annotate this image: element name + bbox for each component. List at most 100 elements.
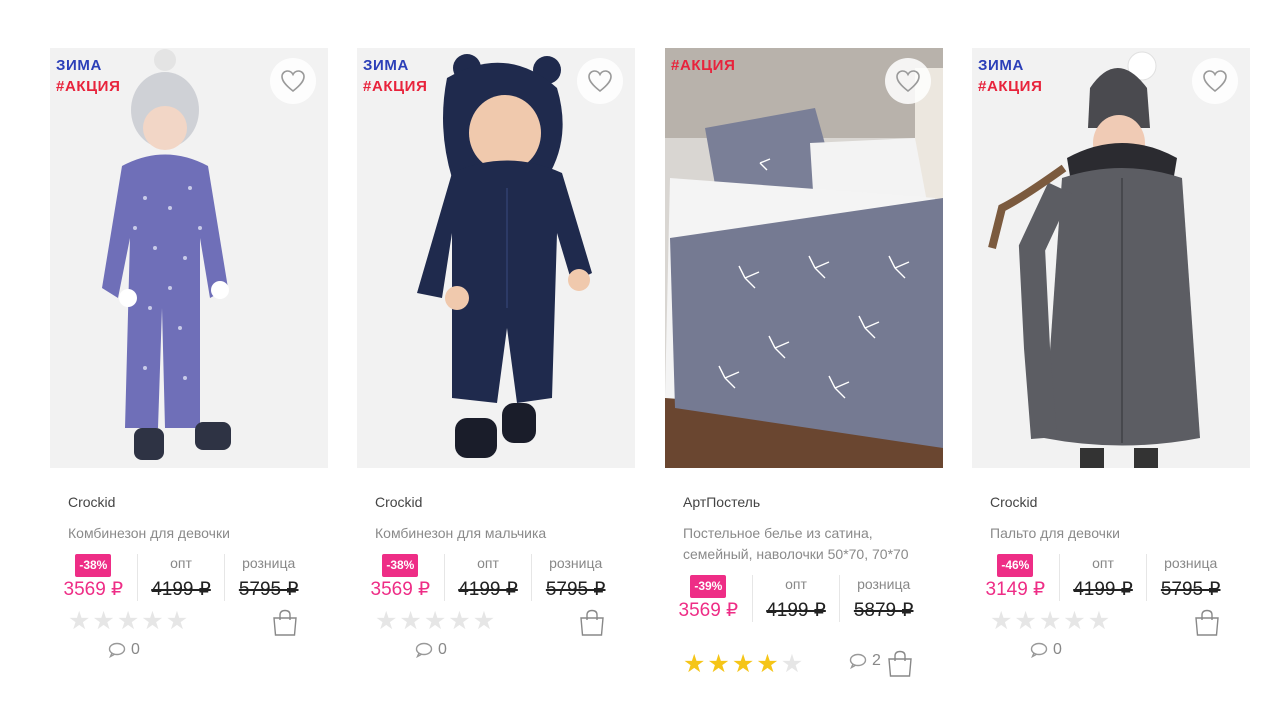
add-to-cart-button[interactable] — [272, 609, 298, 642]
product-card[interactable]: ЗИМА #АКЦИЯ Crockid Пальто для девочки -… — [972, 48, 1250, 665]
price-block: -39% 3569 ₽ опт 4199 ₽ розница 5879 ₽ — [665, 575, 927, 622]
star-icon[interactable]: ★ — [1063, 609, 1085, 634]
product-name[interactable]: Комбинезон для девочки — [68, 523, 310, 544]
product-photo-girl-jumpsuit — [50, 48, 328, 468]
sale-price-column: -38% 3569 ₽ — [357, 554, 444, 601]
heart-icon — [588, 70, 612, 93]
sale-price-column: -46% 3149 ₽ — [972, 554, 1059, 601]
product-image[interactable]: #АКЦИЯ — [665, 48, 943, 468]
wholesale-label: опт — [1092, 555, 1114, 571]
comment-icon — [415, 642, 433, 658]
retail-price-column: розница 5795 ₽ — [224, 554, 312, 601]
retail-price: 5795 ₽ — [545, 579, 606, 600]
wholesale-label: опт — [785, 576, 807, 592]
retail-price: 5795 ₽ — [238, 579, 299, 600]
add-to-cart-button[interactable] — [579, 609, 605, 642]
star-icon[interactable]: ★ — [375, 609, 397, 634]
star-icon[interactable]: ★ — [732, 652, 754, 677]
sale-price-column: -38% 3569 ₽ — [50, 554, 137, 601]
star-icon[interactable]: ★ — [424, 609, 446, 634]
star-icon[interactable]: ★ — [756, 652, 778, 677]
comments-link[interactable]: 0 — [108, 641, 140, 659]
add-to-cart-button[interactable] — [887, 650, 913, 683]
product-image[interactable]: ЗИМА #АКЦИЯ — [357, 48, 635, 468]
heart-icon — [1203, 70, 1227, 93]
wholesale-price-column: опт 4199 ₽ — [136, 554, 225, 601]
favorite-button[interactable] — [1192, 58, 1238, 104]
retail-price: 5879 ₽ — [853, 600, 914, 621]
wholesale-price: 4199 ₽ — [151, 579, 211, 600]
add-to-cart-button[interactable] — [1194, 609, 1220, 642]
star-icon[interactable]: ★ — [781, 652, 803, 677]
wholesale-label: опт — [477, 555, 499, 571]
star-icon[interactable]: ★ — [1014, 609, 1036, 634]
product-brand[interactable]: Crockid — [990, 494, 1232, 510]
wholesale-price-column: опт 4199 ₽ — [1058, 554, 1147, 601]
product-name[interactable]: Постельное белье из сатина, семейный, на… — [683, 523, 925, 565]
bag-icon — [580, 609, 604, 636]
comments-count: 0 — [131, 641, 140, 658]
product-card[interactable]: ЗИМА #АКЦИЯ Crockid Комбинезон для мальч… — [357, 48, 635, 665]
sale-price: 3569 ₽ — [63, 579, 124, 600]
star-icon[interactable]: ★ — [990, 609, 1012, 634]
rating-stars[interactable]: ★ ★ ★ ★ ★ — [990, 609, 1110, 634]
star-icon[interactable]: ★ — [473, 609, 495, 634]
heart-icon — [896, 70, 920, 93]
retail-price-column: розница 5879 ₽ — [839, 575, 927, 622]
product-photo-bedding-set — [665, 48, 943, 468]
product-brand[interactable]: Crockid — [375, 494, 617, 510]
season-tag: ЗИМА — [363, 57, 409, 74]
price-block: -38% 3569 ₽ опт 4199 ₽ розница 5795 ₽ — [357, 554, 619, 601]
star-icon[interactable]: ★ — [141, 609, 163, 634]
star-icon[interactable]: ★ — [1088, 609, 1110, 634]
star-icon[interactable]: ★ — [448, 609, 470, 634]
comment-icon — [108, 642, 126, 658]
promo-tag: #АКЦИЯ — [671, 57, 736, 74]
rating-stars[interactable]: ★ ★ ★ ★ ★ — [683, 652, 803, 677]
price-block: -46% 3149 ₽ опт 4199 ₽ розница 5795 ₽ — [972, 554, 1234, 601]
discount-badge: -39% — [690, 575, 727, 598]
bag-icon — [273, 609, 297, 636]
comments-link[interactable]: 0 — [415, 641, 447, 659]
rating-stars[interactable]: ★ ★ ★ ★ ★ — [375, 609, 495, 634]
favorite-button[interactable] — [885, 58, 931, 104]
star-icon[interactable]: ★ — [166, 609, 188, 634]
heart-icon — [281, 70, 305, 93]
retail-label: розница — [549, 555, 603, 571]
product-card[interactable]: #АКЦИЯ АртПостель Постельное белье из са… — [665, 48, 943, 686]
discount-badge: -38% — [75, 554, 112, 577]
product-image[interactable]: ЗИМА #АКЦИЯ — [50, 48, 328, 468]
product-name[interactable]: Комбинезон для мальчика — [375, 523, 617, 544]
product-name[interactable]: Пальто для девочки — [990, 523, 1232, 544]
star-icon[interactable]: ★ — [399, 609, 421, 634]
product-brand[interactable]: АртПостель — [683, 494, 925, 510]
discount-badge: -38% — [382, 554, 419, 577]
bag-icon — [1195, 609, 1219, 636]
retail-price-column: розница 5795 ₽ — [1146, 554, 1234, 601]
product-photo-girl-coat — [972, 48, 1250, 468]
wholesale-price: 4199 ₽ — [766, 600, 826, 621]
star-icon[interactable]: ★ — [683, 652, 705, 677]
comments-link[interactable]: 2 — [849, 652, 881, 670]
favorite-button[interactable] — [577, 58, 623, 104]
product-image[interactable]: ЗИМА #АКЦИЯ — [972, 48, 1250, 468]
favorite-button[interactable] — [270, 58, 316, 104]
season-tag: ЗИМА — [978, 57, 1024, 74]
rating-stars[interactable]: ★ ★ ★ ★ ★ — [68, 609, 188, 634]
comments-count: 0 — [1053, 641, 1062, 658]
star-icon[interactable]: ★ — [92, 609, 114, 634]
product-photo-boy-jumpsuit — [357, 48, 635, 468]
promo-tag: #АКЦИЯ — [978, 78, 1043, 95]
wholesale-price: 4199 ₽ — [458, 579, 518, 600]
star-icon[interactable]: ★ — [707, 652, 729, 677]
star-icon[interactable]: ★ — [117, 609, 139, 634]
price-block: -38% 3569 ₽ опт 4199 ₽ розница 5795 ₽ — [50, 554, 312, 601]
product-brand[interactable]: Crockid — [68, 494, 310, 510]
retail-label: розница — [1164, 555, 1218, 571]
season-tag: ЗИМА — [56, 57, 102, 74]
product-card[interactable]: ЗИМА #АКЦИЯ Crockid Комбинезон для девоч… — [50, 48, 328, 665]
comments-link[interactable]: 0 — [1030, 641, 1062, 659]
comment-icon — [849, 653, 867, 669]
star-icon[interactable]: ★ — [1039, 609, 1061, 634]
star-icon[interactable]: ★ — [68, 609, 90, 634]
